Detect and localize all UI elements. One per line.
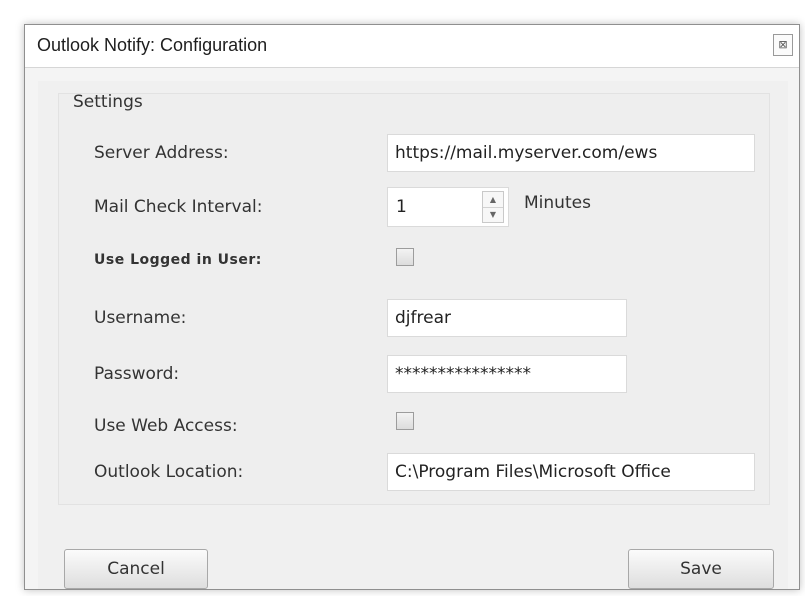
mail-check-interval-stepper[interactable]: 1 ▲ ▼ — [387, 187, 509, 227]
use-web-access-checkbox[interactable] — [396, 412, 414, 430]
password-label: Password: — [94, 364, 180, 384]
server-address-input[interactable]: https://mail.myserver.com/ews — [387, 134, 755, 172]
interval-unit-label: Minutes — [524, 193, 591, 213]
chevron-down-icon[interactable]: ▼ — [483, 207, 503, 222]
save-button[interactable]: Save — [628, 549, 774, 589]
outlook-location-label: Outlook Location: — [94, 462, 244, 482]
use-logged-in-user-checkbox[interactable] — [396, 248, 414, 266]
mail-check-interval-label: Mail Check Interval: — [94, 197, 263, 217]
mail-check-interval-value: 1 — [396, 197, 407, 217]
username-input[interactable]: djfrear — [387, 299, 627, 337]
server-address-label: Server Address: — [94, 143, 229, 163]
cancel-button[interactable]: Cancel — [64, 549, 208, 589]
password-input[interactable]: **************** — [387, 355, 627, 393]
close-button[interactable]: ⊠ — [773, 34, 793, 56]
spin-buttons: ▲ ▼ — [482, 191, 504, 223]
outlook-location-input[interactable]: C:\Program Files\Microsoft Office — [387, 453, 755, 491]
use-web-access-label: Use Web Access: — [94, 416, 238, 436]
settings-group: Settings Server Address: https://mail.my… — [58, 92, 770, 505]
settings-group-label: Settings — [73, 92, 143, 112]
username-label: Username: — [94, 308, 187, 328]
close-icon: ⊠ — [778, 38, 788, 51]
configuration-dialog: Outlook Notify: Configuration ⊠ Settings… — [24, 24, 800, 590]
title-bar: Outlook Notify: Configuration ⊠ — [25, 25, 799, 68]
dialog-title: Outlook Notify: Configuration — [37, 35, 268, 55]
chevron-up-icon[interactable]: ▲ — [483, 192, 503, 208]
use-logged-in-user-label: Use Logged in User: — [94, 252, 262, 268]
dialog-content: Settings Server Address: https://mail.my… — [38, 81, 788, 589]
